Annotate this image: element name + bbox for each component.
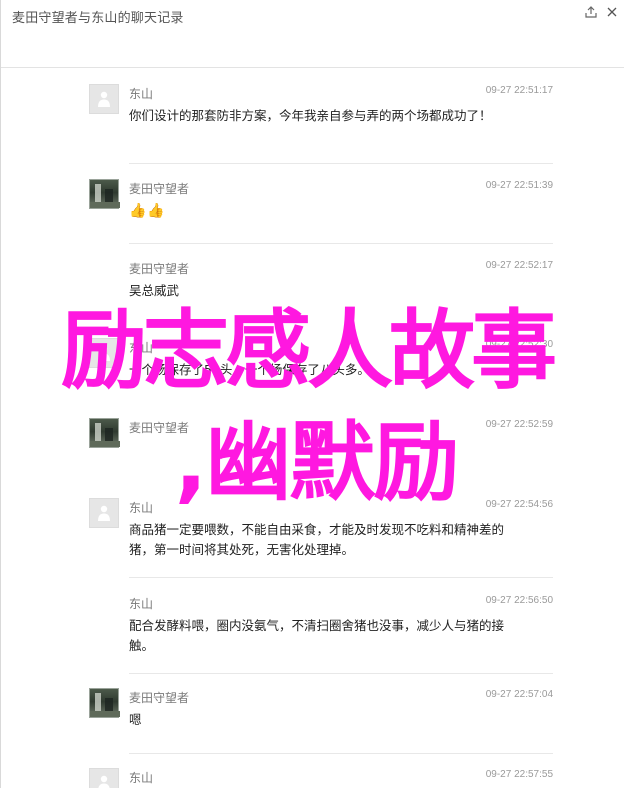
photo-avatar[interactable]	[89, 418, 120, 448]
default-avatar[interactable]	[89, 768, 119, 788]
message-item: 麦田守望者 09-27 22:52:59	[89, 418, 553, 482]
photo-avatar[interactable]	[89, 179, 120, 209]
message-time: 09-27 22:52:17	[485, 260, 553, 271]
message-text: 嗯	[129, 712, 142, 727]
message-time: 09-27 22:57:55	[485, 769, 553, 780]
message-time: 09-27 22:51:39	[485, 180, 553, 191]
photo-avatar[interactable]	[89, 688, 120, 718]
chat-history-window: 麦田守望者与东山的聊天记录 东山 09-27 22:51:17 你们设计的那套防…	[0, 0, 624, 788]
sender-name: 东山	[129, 597, 154, 611]
message-text: 👍👍	[129, 201, 525, 221]
message-time: 09-27 22:51:17	[485, 85, 553, 96]
message-time: 09-27 22:57:04	[485, 689, 553, 700]
sender-name: 麦田守望者	[129, 691, 190, 705]
sender-name: 东山	[129, 341, 154, 355]
message-text: 你们设计的那套防非方案，今年我亲自参与弄的两个场都成功了！	[129, 108, 492, 123]
message-text: 配合发酵料喂，圈内没氨气，不清扫圈舍猪也没事，减少人与猪的接触。	[129, 618, 505, 653]
share-icon[interactable]	[584, 5, 598, 19]
message-time: 09-27 22:54:56	[485, 499, 553, 510]
message-separator	[129, 163, 553, 164]
message-text: 一个场保存了55头，一个场保存了八头多。	[129, 362, 370, 377]
message-text: 吴总威武	[129, 283, 180, 298]
window-title: 麦田守望者与东山的聊天记录	[12, 11, 184, 26]
message-separator	[129, 673, 553, 674]
message-text: 商品猪一定要喂数，不能自由采食，才能及时发现不吃料和精神差的猪，第一时间将其处死…	[129, 522, 505, 557]
default-avatar[interactable]	[89, 84, 119, 114]
message-item: 麦田守望者 09-27 22:52:17 吴总威武	[89, 259, 553, 323]
message-item: 麦田守望者 09-27 22:57:04 嗯	[89, 688, 553, 754]
title-bar: 麦田守望者与东山的聊天记录	[1, 0, 624, 68]
message-item: 东山 09-27 22:51:17 你们设计的那套防非方案，今年我亲自参与弄的两…	[89, 84, 553, 164]
sender-name: 麦田守望者	[129, 421, 190, 435]
message-separator	[129, 753, 553, 754]
message-time: 09-27 22:52:30	[485, 339, 553, 350]
sender-name: 麦田守望者	[129, 182, 190, 196]
message-item: 东山 09-27 22:54:56 商品猪一定要喂数，不能自由采食，才能及时发现…	[89, 498, 553, 578]
sender-name: 东山	[129, 771, 154, 785]
default-avatar[interactable]	[89, 498, 119, 528]
message-item: 东山 09-27 22:56:50 配合发酵料喂，圈内没氨气，不清扫圈舍猪也没事…	[89, 594, 553, 674]
message-time: 09-27 22:56:50	[485, 595, 553, 606]
sender-name: 麦田守望者	[129, 262, 190, 276]
sender-name: 东山	[129, 501, 154, 515]
message-separator	[129, 243, 553, 244]
message-item: 东山 09-27 22:52:30 一个场保存了55头，一个场保存了八头多。	[89, 338, 553, 402]
close-icon[interactable]	[605, 5, 619, 19]
sender-name: 东山	[129, 87, 154, 101]
thumbs-up-icon: 👍👍	[129, 203, 166, 219]
message-separator	[129, 577, 553, 578]
default-avatar[interactable]	[89, 338, 119, 368]
message-time: 09-27 22:52:59	[485, 419, 553, 430]
message-item: 麦田守望者 09-27 22:51:39 👍👍	[89, 179, 553, 244]
message-item: 东山 09-27 22:57:55	[89, 768, 553, 788]
